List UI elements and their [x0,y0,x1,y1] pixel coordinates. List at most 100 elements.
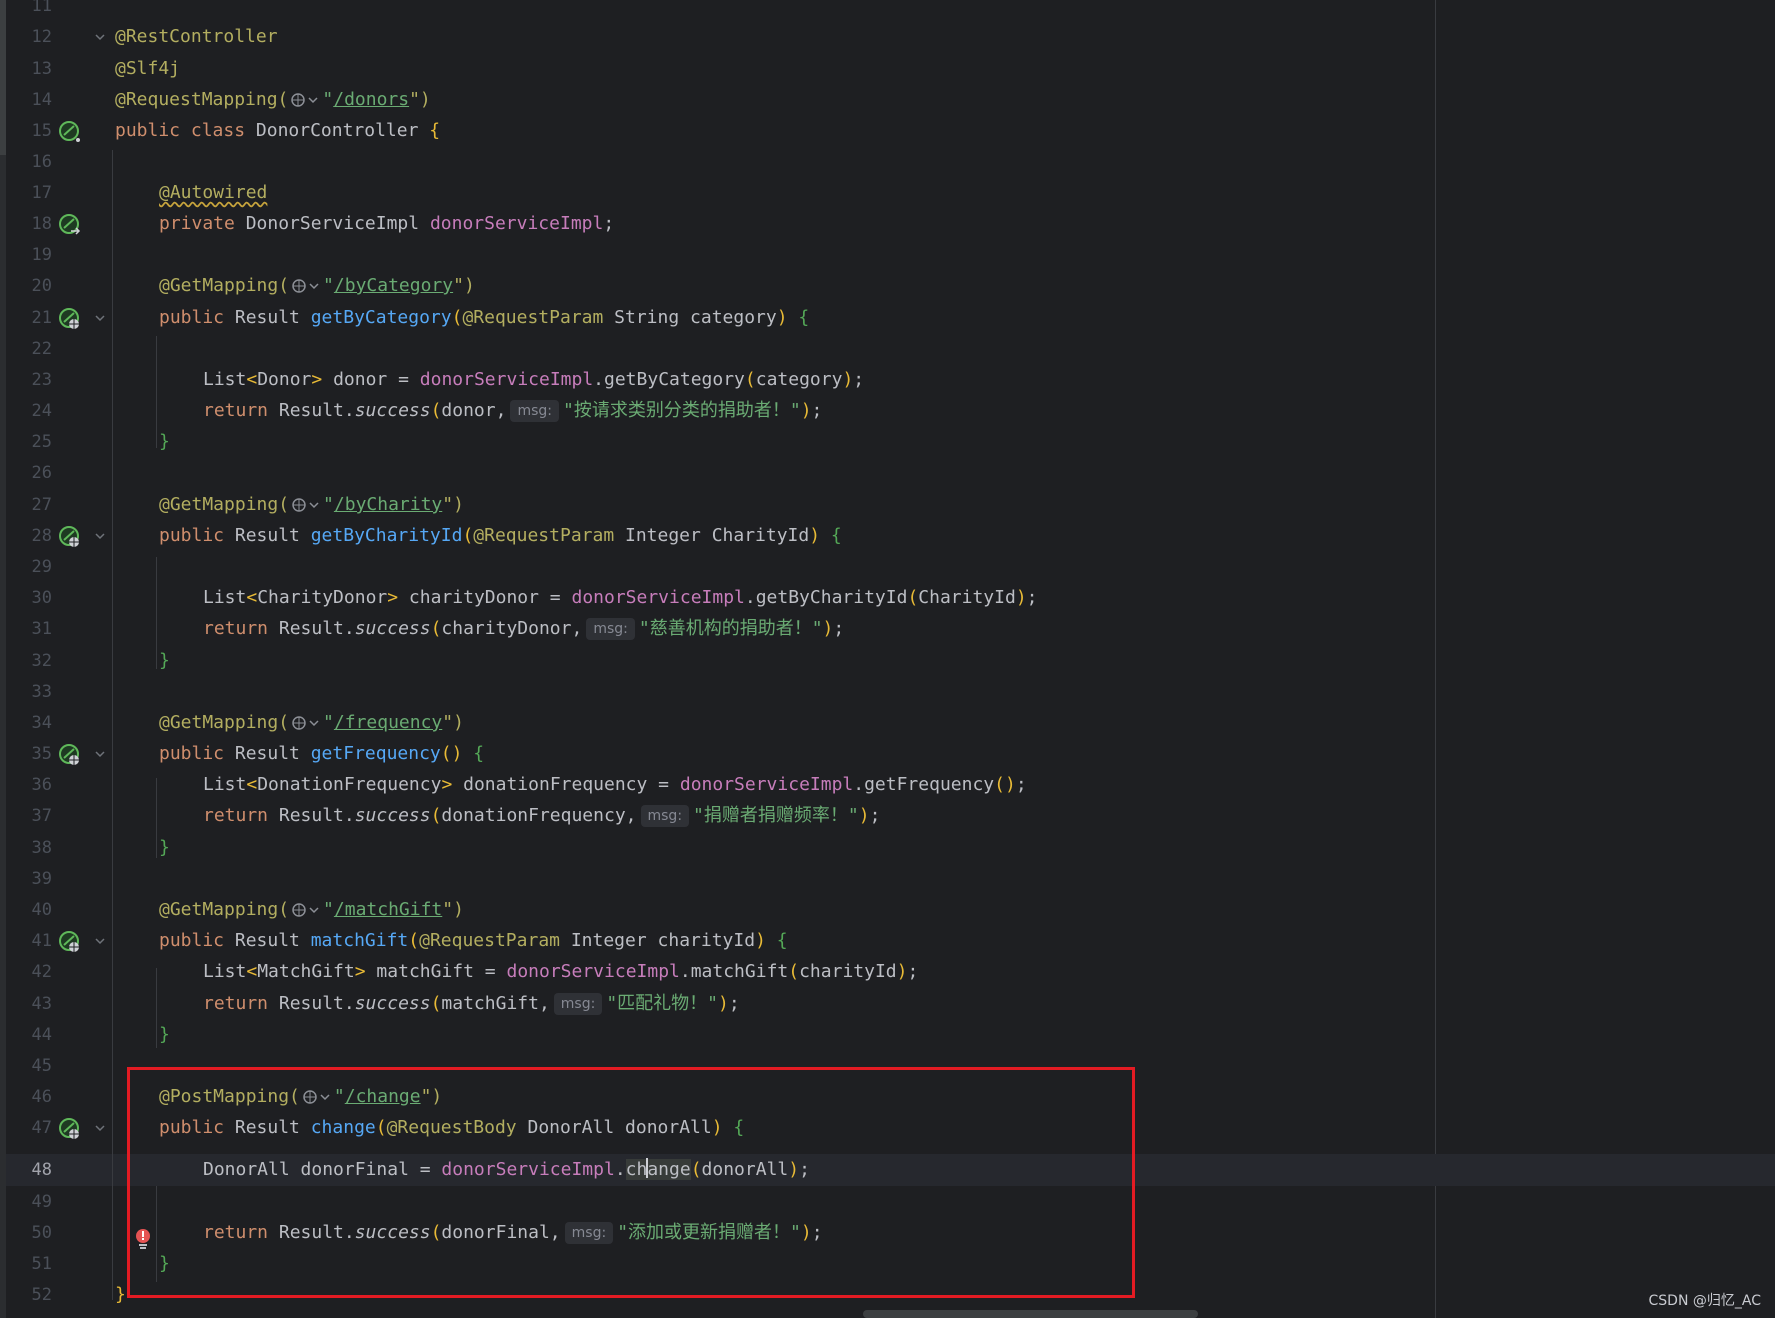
fold-chevron-icon[interactable] [94,1122,106,1134]
paren: ) [800,400,812,421]
paren: () [994,774,1016,795]
type-name: Result [234,307,311,328]
url-path[interactable]: /frequency [334,712,442,733]
web-endpoint-icon[interactable] [58,743,82,767]
url-path[interactable]: /donors [333,89,409,110]
semicolon: ; [853,369,865,390]
code-line[interactable]: 29 [0,551,1775,583]
globe-icon[interactable] [291,902,321,918]
web-endpoint-icon[interactable] [58,930,82,954]
autowired-link-icon[interactable] [58,213,82,237]
fold-chevron-icon[interactable] [94,935,106,947]
brace: } [159,837,170,858]
globe-icon[interactable] [290,92,320,108]
line-number: 19 [31,245,52,265]
code-line[interactable]: 42 List<MatchGift> matchGift = donorServ… [0,956,1775,988]
code-line[interactable]: 19 [0,239,1775,271]
code-line[interactable]: 32 } [0,645,1775,677]
code-line[interactable]: 15 public class DonorController { [0,115,1775,147]
paren: ( [788,961,800,982]
code-line[interactable]: 41 public Result matchGift(@RequestParam… [0,925,1775,957]
code-line[interactable]: 16 [0,146,1775,178]
code-line[interactable]: 38 } [0,832,1775,864]
web-endpoint-icon[interactable] [58,307,82,331]
annotation-close: ") [442,899,464,920]
fold-chevron-icon[interactable] [94,530,106,542]
annotation: @GetMapping( [159,712,290,733]
class-ref: Result. [278,400,355,421]
url-path[interactable]: /byCategory [334,275,453,296]
code-line[interactable]: 34 @GetMapping("/frequency") [0,707,1775,739]
code-line[interactable]: 12 @RestController [0,21,1775,53]
paren: ( [430,618,442,639]
code-line[interactable]: 13 @Slf4j [0,53,1775,85]
code-line[interactable]: 21 public Result getByCategory(@RequestP… [0,302,1775,334]
code-line[interactable]: 25 } [0,426,1775,458]
brace: } [159,1024,170,1045]
globe-icon[interactable] [291,278,321,294]
code-line[interactable]: 23 List<Donor> donor = donorServiceImpl.… [0,364,1775,396]
line-number: 50 [31,1223,52,1243]
code-line[interactable]: 20 @GetMapping("/byCategory") [0,270,1775,302]
semicolon: ; [907,961,919,982]
field-name: donorServiceImpl [506,961,680,982]
code-line[interactable]: 37 return Result.success(donationFrequen… [0,800,1775,832]
spring-bean-icon[interactable] [58,120,82,144]
code-text: return Result.success(charityDonor, msg: "… [203,613,844,645]
parameter-hint: msg: [640,805,690,827]
fold-chevron-icon[interactable] [94,748,106,760]
code-text: List<DonationFrequency> donationFrequenc… [203,769,1027,801]
code-editor[interactable]: 11 12 @RestController 13 @Slf4j 14 @Requ… [0,0,1775,1318]
code-line[interactable]: 18 private DonorServiceImpl donorService… [0,208,1775,240]
fold-chevron-icon[interactable] [94,312,106,324]
globe-icon[interactable] [291,497,321,513]
code-line[interactable]: 26 [0,457,1775,489]
line-number: 41 [31,931,52,951]
code-line[interactable]: 43 return Result.success(matchGift, msg: "… [0,988,1775,1020]
variable: matchGift = [365,961,507,982]
string-literal: "匹配礼物！" [606,993,719,1014]
fold-chevron-icon[interactable] [94,31,106,43]
code-line[interactable]: 31 return Result.success(charityDonor, ms… [0,613,1775,645]
web-endpoint-icon[interactable] [58,1117,82,1141]
paren: ) [718,993,729,1014]
code-text: public Result matchGift(@RequestParam In… [159,925,788,957]
globe-icon[interactable] [291,715,321,731]
horizontal-scrollbar[interactable] [863,1310,1198,1318]
code-line[interactable]: 17 @Autowired [0,177,1775,209]
url-path[interactable]: /matchGift [334,899,442,920]
annotation: @Slf4j [115,58,181,79]
method-name: getByCharityId [310,525,463,546]
code-line[interactable]: 22 [0,333,1775,365]
code-line[interactable]: 39 [0,863,1775,895]
code-line[interactable]: 11 [0,0,1775,22]
keyword: public [159,743,235,764]
code-line[interactable]: 14 @RequestMapping("/donors") [0,84,1775,116]
line-number: 42 [31,962,52,982]
code-line[interactable]: 27 @GetMapping("/byCharity") [0,489,1775,521]
code-line[interactable]: 40 @GetMapping("/matchGift") [0,894,1775,926]
code-line[interactable]: 33 [0,676,1775,708]
paren: ) [842,369,854,390]
keyword: public [159,307,235,328]
parameter-hint: msg: [553,993,603,1015]
code-line[interactable]: 30 List<CharityDonor> charityDonor = don… [0,582,1775,614]
line-number: 49 [31,1192,52,1212]
url-path[interactable]: /byCharity [334,494,442,515]
code-line[interactable]: 35 public Result getFrequency() { [0,738,1775,770]
annotation: @RequestParam [473,525,625,546]
line-number: 17 [31,183,52,203]
web-endpoint-icon[interactable] [58,525,82,549]
code-line[interactable]: 36 List<DonationFrequency> donationFrequ… [0,769,1775,801]
code-line[interactable]: 44 } [0,1019,1775,1051]
code-line[interactable]: 24 return Result.success(donor, msg: "按请求类… [0,395,1775,427]
keyword: public [159,930,235,951]
keyword: return [203,993,279,1014]
paren: ) [776,307,799,328]
static-method: success [354,993,431,1014]
code-text: @GetMapping("/byCharity") [159,494,464,515]
code-line[interactable]: 28 public Result getByCharityId(@Request… [0,520,1775,552]
annotation: @Autowired [159,182,268,203]
code-text: } [159,645,170,677]
